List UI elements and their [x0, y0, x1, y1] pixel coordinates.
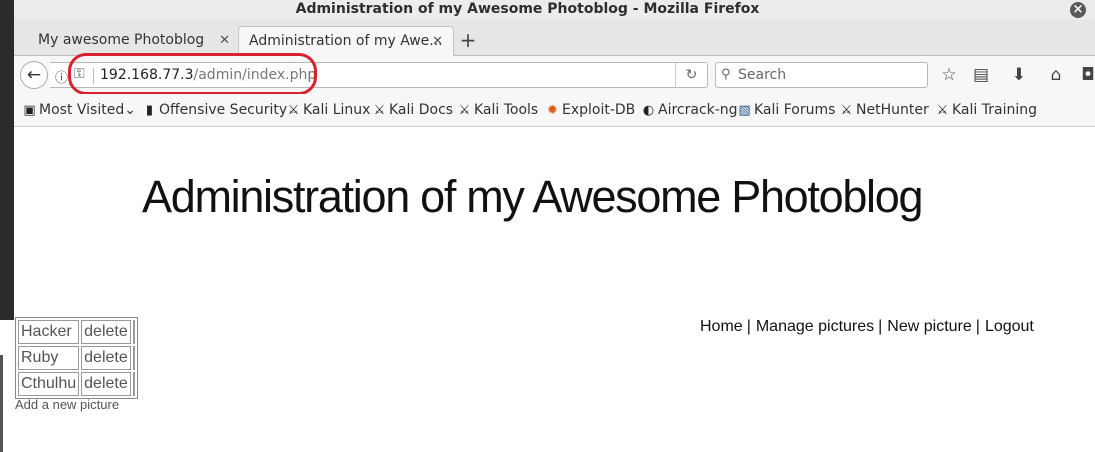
- url-highlight-annotation: [68, 53, 317, 95]
- menu-separator: |: [975, 318, 980, 335]
- bookmark-exploit-db[interactable]: ✹ Exploit-DB: [545, 94, 635, 127]
- tab-photoblog[interactable]: My awesome Photoblog ✕: [14, 28, 238, 56]
- bookmark-nethunter[interactable]: ⚔ NetHunter: [839, 94, 929, 127]
- tab-label: Administration of my Awe...: [249, 33, 443, 49]
- pocket-icon[interactable]: ◘: [1077, 65, 1095, 85]
- browser-window: Administration of my Awesome Photoblog -…: [0, 0, 1095, 452]
- table-row: Hacker delete: [18, 320, 135, 344]
- window-title: Administration of my Awesome Photoblog -…: [295, 1, 760, 17]
- admin-menu: Home | Manage pictures | New picture | Logout: [700, 318, 1034, 336]
- tab-label: My awesome Photoblog: [38, 32, 205, 48]
- bookmarks-toolbar: ▣ Most Visited⌄ ▮ Offensive Security ⚔ Kali…: [14, 94, 1095, 127]
- delete-link[interactable]: delete: [81, 346, 131, 370]
- info-icon[interactable]: ⓘ: [55, 67, 68, 86]
- tab-admin[interactable]: Administration of my Awe... ✕: [238, 26, 454, 56]
- search-icon: ⚲: [721, 67, 731, 82]
- bookmark-star-icon[interactable]: ☆: [938, 65, 960, 85]
- bookmark-label: Kali Forums: [754, 102, 836, 118]
- kali-icon: ⚔: [287, 103, 300, 118]
- kali-icon: ⚔: [373, 103, 386, 118]
- back-icon[interactable]: ←: [20, 61, 48, 89]
- bookmark-label: Offensive Security: [159, 102, 288, 118]
- menu-new-picture-link[interactable]: New picture: [887, 318, 971, 335]
- new-tab-icon[interactable]: +: [458, 28, 478, 54]
- forum-icon: ▧: [738, 103, 751, 118]
- pictures-table: Hacker delete Ruby delete Cthulhu delete: [15, 317, 138, 399]
- bookmark-kali-tools[interactable]: ⚔ Kali Tools: [457, 94, 539, 127]
- exploitdb-icon: ✹: [547, 103, 558, 118]
- desktop-edge: [0, 0, 14, 452]
- add-picture-link[interactable]: Add a new picture: [15, 397, 119, 412]
- folder-icon: ▣: [23, 103, 36, 118]
- tab-strip: My awesome Photoblog ✕ Administration of…: [0, 20, 1095, 56]
- reading-list-icon[interactable]: ▤: [970, 65, 992, 85]
- page-content: Administration of my Awesome Photoblog H…: [14, 128, 1095, 452]
- delete-link[interactable]: delete: [81, 372, 131, 396]
- bookmark-offensive-security[interactable]: ▮ Offensive Security: [142, 94, 287, 127]
- search-placeholder: Search: [738, 67, 787, 83]
- bookmark-kali-linux[interactable]: ⚔ Kali Linux: [286, 94, 371, 127]
- bookmark-aircrack-ng[interactable]: ◐ Aircrack-ng: [641, 94, 738, 127]
- chevron-down-icon: ⌄: [124, 102, 136, 118]
- picture-name: Cthulhu: [18, 372, 80, 396]
- empty-cell: [132, 320, 135, 344]
- menu-separator: |: [746, 318, 751, 335]
- picture-name: Hacker: [18, 320, 80, 344]
- reload-icon[interactable]: ↻: [675, 63, 707, 87]
- close-tab-icon[interactable]: ✕: [432, 27, 443, 56]
- bookmark-label: Exploit-DB: [562, 102, 636, 118]
- bookmark-most-visited[interactable]: ▣ Most Visited⌄: [22, 94, 136, 127]
- offsec-icon: ▮: [145, 103, 154, 118]
- bookmark-label: Most Visited: [39, 102, 125, 118]
- bookmark-label: Kali Training: [952, 102, 1037, 118]
- bookmark-label: Kali Tools: [474, 102, 539, 118]
- bookmark-kali-training[interactable]: ⚔ Kali Training: [935, 94, 1037, 127]
- download-icon[interactable]: ⬇: [1008, 65, 1030, 85]
- aircrack-icon: ◐: [642, 103, 655, 118]
- bookmark-label: NetHunter: [856, 102, 929, 118]
- kali-icon: ⚔: [840, 103, 853, 118]
- kali-icon: ⚔: [936, 103, 949, 118]
- home-icon[interactable]: ⌂: [1045, 65, 1067, 85]
- menu-manage-pictures-link[interactable]: Manage pictures: [756, 318, 874, 335]
- close-tab-icon[interactable]: ✕: [219, 28, 230, 53]
- picture-name: Ruby: [18, 346, 80, 370]
- empty-cell: [132, 372, 135, 396]
- bookmark-kali-forums[interactable]: ▧ Kali Forums: [737, 94, 835, 127]
- bookmark-kali-docs[interactable]: ⚔ Kali Docs: [372, 94, 453, 127]
- delete-link[interactable]: delete: [81, 320, 131, 344]
- table-row: Ruby delete: [18, 346, 135, 370]
- bookmark-label: Aircrack-ng: [658, 102, 738, 118]
- kali-icon: ⚔: [458, 103, 471, 118]
- bookmark-label: Kali Linux: [303, 102, 371, 118]
- menu-home-link[interactable]: Home: [700, 318, 743, 335]
- page-title: Administration of my Awesome Photoblog: [142, 171, 924, 222]
- menu-logout-link[interactable]: Logout: [985, 318, 1034, 335]
- desktop-edge-dark: [0, 355, 3, 452]
- search-input[interactable]: ⚲ Search: [715, 62, 928, 88]
- empty-cell: [132, 346, 135, 370]
- title-bar: Administration of my Awesome Photoblog -…: [0, 0, 1095, 20]
- menu-separator: |: [878, 318, 883, 335]
- close-window-icon[interactable]: ×: [1070, 2, 1086, 18]
- table-row: Cthulhu delete: [18, 372, 135, 396]
- bookmark-label: Kali Docs: [389, 102, 454, 118]
